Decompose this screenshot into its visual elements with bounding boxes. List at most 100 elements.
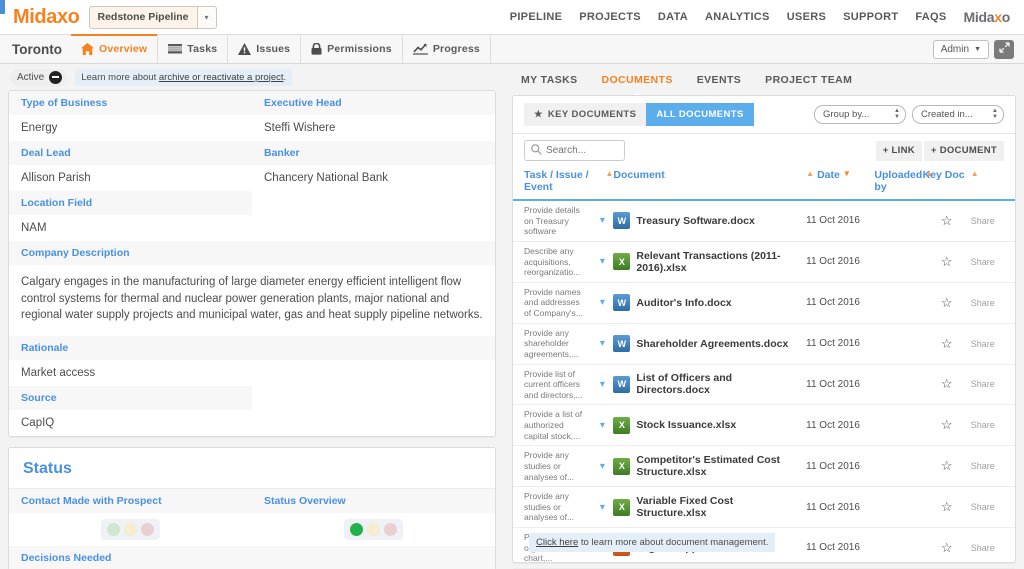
table-row[interactable]: Provide names and addresses of Company's… — [513, 282, 1015, 324]
sidebar-item-overview[interactable]: Overview — [70, 34, 159, 63]
traffic-light-green[interactable] — [107, 523, 120, 537]
cell-document[interactable]: W Shareholder Agreements.docx — [613, 323, 807, 365]
share-button[interactable]: Share — [970, 364, 1015, 406]
traffic-light-yellow[interactable] — [367, 523, 380, 537]
chevron-down-icon[interactable]: ▾ — [591, 282, 614, 324]
table-row[interactable]: Provide details on Treasury software ▾ W Tr… — [513, 200, 1015, 242]
sort-asc-icon[interactable]: ▲ — [605, 169, 613, 178]
traffic-light-group[interactable] — [101, 519, 160, 541]
tab-my-tasks[interactable]: MY TASKS — [521, 74, 577, 86]
cell-document[interactable]: W Treasury Software.docx — [613, 200, 807, 242]
all-documents-button[interactable]: ALL DOCUMENTS — [646, 103, 754, 126]
expand-button[interactable] — [994, 39, 1014, 59]
cell-task[interactable]: Provide any studies or analyses of... — [513, 445, 592, 488]
key-doc-star-icon[interactable]: ☆ — [922, 364, 971, 406]
sidebar-item-tasks[interactable]: Tasks — [158, 35, 229, 63]
key-doc-star-icon[interactable]: ☆ — [922, 527, 971, 569]
key-documents-button[interactable]: ★ KEY DOCUMENTS — [524, 103, 647, 126]
project-selector[interactable]: Redstone Pipeline ▾ — [88, 5, 217, 29]
cell-document[interactable]: W List of Officers and Directors.docx — [613, 364, 807, 406]
chevron-down-icon[interactable]: ▾ — [591, 364, 614, 406]
field-value[interactable]: Steffi Wishere — [252, 115, 495, 141]
share-button[interactable]: Share — [970, 241, 1015, 283]
traffic-light-green[interactable] — [350, 523, 363, 537]
tab-documents[interactable]: DOCUMENTS — [601, 74, 672, 97]
traffic-light-red[interactable] — [384, 523, 397, 537]
key-doc-star-icon[interactable]: ☆ — [922, 200, 971, 242]
field-value[interactable]: NAM — [9, 215, 252, 241]
field-value[interactable]: Allison Parish — [9, 165, 252, 191]
share-button[interactable]: Share — [970, 527, 1015, 569]
field-value[interactable]: CapIQ — [9, 410, 252, 436]
column-header-key-doc[interactable]: Key Doc — [923, 167, 971, 200]
cell-document[interactable]: X Variable Fixed Cost Structure.xlsx — [613, 486, 807, 528]
cell-task[interactable]: Describe any acquisitions, reorganizatio… — [513, 241, 592, 283]
nav-item-faqs[interactable]: FAQS — [915, 11, 946, 23]
active-status-badge[interactable]: Active — [10, 68, 68, 86]
column-header-document[interactable]: Document — [613, 167, 806, 200]
nav-item-support[interactable]: SUPPORT — [843, 11, 898, 23]
table-row[interactable]: Provide any studies or analyses of... ▾ X C… — [513, 445, 1015, 488]
search-input[interactable] — [546, 145, 618, 156]
sidebar-item-progress[interactable]: Progress — [403, 35, 491, 63]
column-header-task[interactable]: Task / Issue / Event ▲ — [513, 167, 613, 200]
key-doc-star-icon[interactable]: ☆ — [922, 486, 971, 528]
column-header-share[interactable]: ▲ — [971, 167, 1015, 200]
cell-task[interactable]: Provide details on Treasury software — [513, 200, 592, 242]
chevron-down-icon[interactable]: ▾ — [591, 486, 614, 528]
sort-desc-icon[interactable]: ▼ — [843, 169, 851, 178]
key-doc-star-icon[interactable]: ☆ — [922, 323, 971, 365]
table-row[interactable]: Provide a list of authorized capital sto… — [513, 404, 1015, 447]
table-row[interactable]: Provide any shareholder agreements,... ▾ W… — [513, 323, 1015, 365]
table-row[interactable]: Provide list of current officers and dir… — [513, 364, 1015, 406]
tab-project-team[interactable]: PROJECT TEAM — [765, 74, 852, 86]
column-header-date[interactable]: ▲ Date ▼ — [806, 167, 874, 200]
table-row[interactable]: Describe any acquisitions, reorganizatio… — [513, 241, 1015, 283]
key-doc-star-icon[interactable]: ☆ — [922, 282, 971, 324]
cell-task[interactable]: Provide any studies or analyses of... — [513, 486, 592, 528]
sort-asc-icon[interactable]: ▲ — [971, 169, 979, 178]
key-doc-star-icon[interactable]: ☆ — [922, 241, 971, 283]
cell-task[interactable]: Provide a list of authorized capital sto… — [513, 404, 592, 447]
chevron-down-icon[interactable]: ▾ — [591, 241, 614, 283]
group-by-select[interactable]: Group by... ▲ ▼ — [814, 105, 906, 124]
cell-document[interactable]: X Competitor's Estimated Cost Structure.x… — [613, 445, 807, 488]
table-row[interactable]: Provide any studies or analyses of... ▾ X V… — [513, 486, 1015, 528]
cell-document[interactable]: X Relevant Transactions (2011-2016).xlsx — [613, 241, 807, 283]
chevron-down-icon[interactable]: ▾ — [591, 200, 614, 242]
share-button[interactable]: Share — [970, 323, 1015, 365]
footnote-link[interactable]: Click here — [536, 537, 578, 548]
tab-events[interactable]: EVENTS — [697, 74, 741, 86]
created-in-select[interactable]: Created in... ▲ ▼ — [912, 105, 1004, 124]
chevron-down-icon[interactable]: ▾ — [591, 445, 614, 488]
traffic-light-group[interactable] — [344, 519, 403, 541]
nav-item-users[interactable]: USERS — [787, 11, 826, 23]
nav-item-projects[interactable]: PROJECTS — [579, 11, 641, 23]
chevron-down-icon[interactable]: ▾ — [591, 404, 614, 447]
nav-item-analytics[interactable]: ANALYTICS — [705, 11, 770, 23]
search-box[interactable] — [524, 140, 625, 161]
field-value[interactable]: Market access — [9, 360, 495, 386]
cell-document[interactable]: X Stock Issuance.xlsx — [613, 404, 807, 447]
key-doc-star-icon[interactable]: ☆ — [922, 445, 971, 488]
cell-document[interactable]: W Auditor's Info.docx — [613, 282, 807, 324]
share-button[interactable]: Share — [970, 282, 1015, 324]
share-button[interactable]: Share — [970, 445, 1015, 488]
field-value[interactable]: Chancery National Bank — [252, 165, 495, 191]
nav-item-data[interactable]: DATA — [658, 11, 688, 23]
field-value[interactable]: Energy — [9, 115, 252, 141]
sidebar-item-issues[interactable]: Issues — [228, 35, 302, 63]
column-header-uploaded-by[interactable]: Uploaded by ▲ — [874, 167, 933, 200]
traffic-light-red[interactable] — [141, 523, 154, 537]
cell-task[interactable]: Provide any shareholder agreements,... — [513, 323, 592, 365]
sort-asc-icon[interactable]: ▲ — [806, 169, 814, 178]
add-link-button[interactable]: + LINK — [875, 140, 922, 161]
share-button[interactable]: Share — [970, 486, 1015, 528]
traffic-light-yellow[interactable] — [124, 523, 137, 537]
midaxo-logo[interactable]: Midaxo — [13, 6, 80, 29]
admin-dropdown[interactable]: Admin ▼ — [932, 39, 989, 59]
add-document-button[interactable]: + DOCUMENT — [923, 140, 1004, 161]
nav-item-pipeline[interactable]: PIPELINE — [510, 11, 563, 23]
chevron-down-icon[interactable]: ▾ — [591, 323, 614, 365]
chevron-down-icon[interactable]: ▾ — [196, 6, 216, 28]
